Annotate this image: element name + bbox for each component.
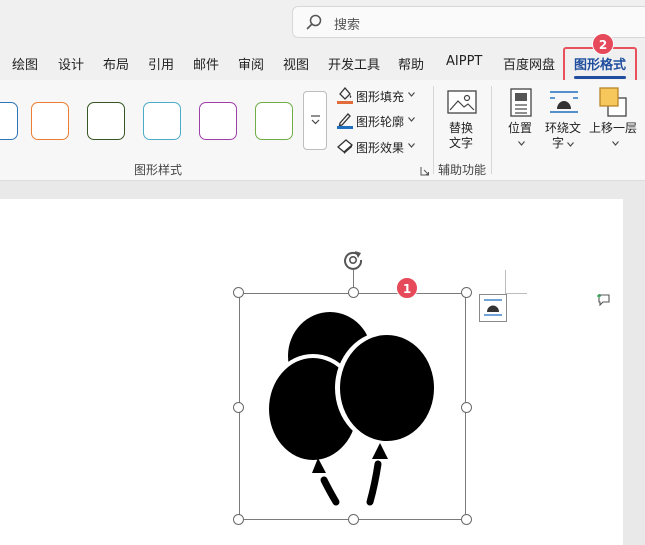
alt-text-label-line2: 文字	[449, 136, 474, 150]
chevron-down-icon	[408, 117, 415, 122]
tab-developer[interactable]: 开发工具	[328, 54, 380, 73]
shape-outline-button[interactable]: 图形轮廓	[336, 110, 428, 132]
shape-style-swatch-teal[interactable]	[143, 102, 181, 140]
chevron-down-icon	[518, 141, 525, 146]
alt-text-label-line1: 替换	[449, 121, 474, 135]
resize-handle-bottom-right[interactable]	[461, 514, 472, 525]
resize-handle-left[interactable]	[233, 402, 244, 413]
resize-handle-top-left[interactable]	[233, 287, 244, 298]
tab-design[interactable]: 设计	[58, 54, 84, 73]
shape-style-swatch-dark-green[interactable]	[87, 102, 125, 140]
shape-style-swatch-orange[interactable]	[31, 102, 69, 140]
ribbon: 图形样式 图形填充 图形轮廓 图形效果 替换 文字 辅助功能 位置 环绕文 字 …	[0, 80, 645, 181]
chevron-down-icon	[612, 141, 619, 146]
chevron-down-icon	[408, 92, 415, 97]
bring-forward-label: 上移一层	[589, 121, 638, 135]
style-gallery-more-button[interactable]	[303, 91, 327, 150]
resize-handle-right[interactable]	[461, 402, 472, 413]
wrap-text-label-line1: 环绕文	[545, 121, 582, 135]
paint-bucket-icon	[337, 86, 353, 104]
bring-forward-icon	[599, 87, 627, 117]
tab-references[interactable]: 引用	[148, 54, 174, 73]
shape-style-swatch-green[interactable]	[255, 102, 293, 140]
position-button[interactable]: 位置	[503, 86, 539, 156]
shape-outline-label: 图形轮廓	[356, 115, 405, 129]
wrap-text-label-line2: 字	[552, 136, 565, 150]
resize-handle-top-right[interactable]	[461, 287, 472, 298]
shape-effects-icon	[336, 139, 354, 154]
tab-aippt[interactable]: AIPPT	[446, 54, 482, 69]
search-input[interactable]: 搜索	[334, 14, 360, 33]
resize-handle-bottom[interactable]	[348, 514, 359, 525]
tab-help[interactable]: 帮助	[398, 54, 424, 73]
tab-draw[interactable]: 绘图	[12, 54, 38, 73]
chevron-down-icon	[408, 143, 415, 148]
step-badge-2: 2	[592, 33, 614, 55]
anchor-guide-vertical	[505, 270, 506, 294]
title-bar: 搜索	[0, 0, 645, 44]
resize-handle-bottom-left[interactable]	[233, 514, 244, 525]
anchor-guide-horizontal	[505, 293, 527, 294]
position-icon	[510, 88, 532, 117]
ribbon-separator	[433, 86, 434, 174]
step-badge-1: 1	[396, 277, 418, 299]
tab-review[interactable]: 审阅	[238, 54, 264, 73]
shape-styles-group-label: 图形样式	[134, 163, 183, 177]
tab-mailings[interactable]: 邮件	[193, 54, 219, 73]
tab-view[interactable]: 视图	[283, 54, 309, 73]
chevron-down-icon	[567, 142, 574, 147]
bring-forward-button[interactable]: 上移一层	[588, 86, 645, 156]
shape-effects-button[interactable]: 图形效果	[336, 136, 428, 158]
search-icon	[306, 14, 322, 30]
rotate-icon[interactable]	[341, 248, 365, 272]
search-box[interactable]: 搜索	[292, 6, 645, 38]
balloons-icon[interactable]	[262, 308, 442, 508]
resize-handle-top[interactable]	[348, 287, 359, 298]
comment-add-icon[interactable]	[596, 293, 610, 306]
shape-effects-label: 图形效果	[356, 141, 405, 155]
tab-baidu-netdisk[interactable]: 百度网盘	[503, 54, 555, 73]
wrap-text-icon	[550, 91, 578, 113]
alt-text-button[interactable]: 替换 文字	[440, 86, 484, 156]
shape-style-swatch-blue[interactable]	[0, 102, 18, 140]
wrap-text-button[interactable]: 环绕文 字	[543, 86, 585, 156]
ribbon-tab-bar: 绘图 设计 布局 引用 邮件 审阅 视图 开发工具 帮助 AIPPT 百度网盘 …	[0, 44, 645, 80]
tab-layout[interactable]: 布局	[103, 54, 129, 73]
pen-outline-icon	[337, 113, 353, 129]
gallery-expand-icon	[311, 115, 320, 125]
shape-fill-button[interactable]: 图形填充	[336, 85, 428, 107]
accessibility-group-label: 辅助功能	[438, 163, 487, 177]
shape-style-swatch-purple[interactable]	[199, 102, 237, 140]
ribbon-separator	[491, 86, 492, 174]
dialog-launcher-icon[interactable]	[420, 166, 430, 176]
shape-fill-label: 图形填充	[356, 90, 405, 104]
alt-text-icon	[447, 90, 477, 114]
layout-options-button[interactable]	[479, 294, 507, 322]
position-label: 位置	[508, 121, 533, 135]
layout-options-icon	[484, 299, 502, 316]
